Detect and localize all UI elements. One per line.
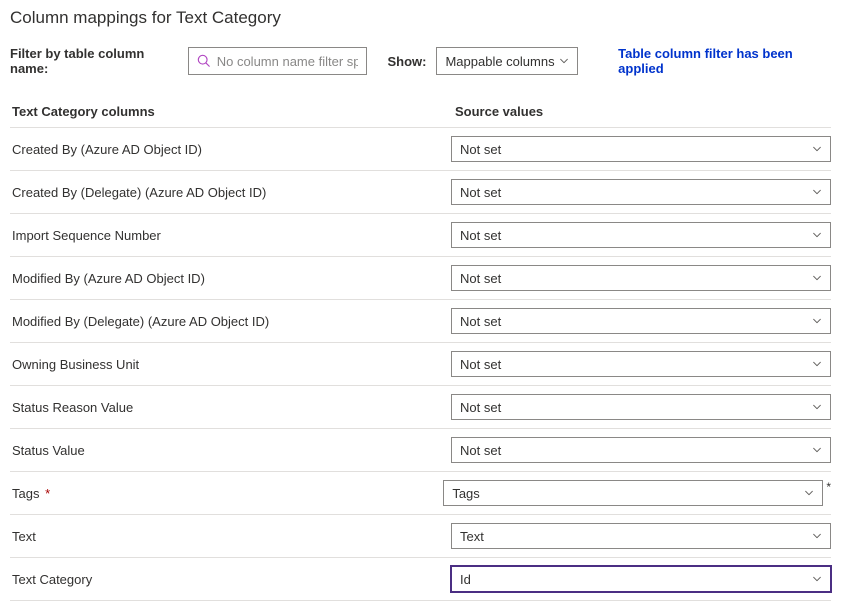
source-value-cell: Not set xyxy=(451,222,831,248)
chevron-down-icon xyxy=(812,273,822,283)
source-value-cell: Tags * xyxy=(443,480,831,506)
required-indicator: * xyxy=(826,480,831,494)
source-value-select[interactable]: Not set xyxy=(451,394,831,420)
source-value-text: Not set xyxy=(460,357,501,372)
chevron-down-icon xyxy=(804,488,814,498)
table-row: Import Sequence Number Not set xyxy=(10,214,831,257)
source-value-select[interactable]: Text xyxy=(451,523,831,549)
source-value-cell: Id xyxy=(451,566,831,592)
source-value-text: Not set xyxy=(460,271,501,286)
table-row: Owning Business Unit Not set xyxy=(10,343,831,386)
header-source-values: Source values xyxy=(455,104,831,119)
chevron-down-icon xyxy=(812,144,822,154)
column-label: Status Reason Value xyxy=(10,400,451,415)
source-value-select[interactable]: Not set xyxy=(451,265,831,291)
chevron-down-icon xyxy=(812,359,822,369)
page-title: Column mappings for Text Category xyxy=(10,8,831,28)
source-value-select[interactable]: Not set xyxy=(451,136,831,162)
table-row: Created By (Azure AD Object ID) Not set xyxy=(10,128,831,171)
column-label: Status Value xyxy=(10,443,451,458)
mapping-rows: Created By (Azure AD Object ID)Not setCr… xyxy=(10,128,831,601)
source-value-text: Tags xyxy=(452,486,479,501)
source-value-text: Not set xyxy=(460,185,501,200)
table-row: Modified By (Azure AD Object ID) Not set xyxy=(10,257,831,300)
source-value-cell: Not set xyxy=(451,179,831,205)
column-label: Owning Business Unit xyxy=(10,357,451,372)
filter-search-input[interactable] xyxy=(217,54,359,69)
chevron-down-icon xyxy=(812,316,822,326)
filter-search-box[interactable] xyxy=(188,47,368,75)
table-row: Status Value Not set xyxy=(10,429,831,472)
source-value-cell: Not set xyxy=(451,308,831,334)
source-value-select[interactable]: Not set xyxy=(451,437,831,463)
source-value-select[interactable]: Tags xyxy=(443,480,823,506)
source-value-select[interactable]: Not set xyxy=(451,351,831,377)
source-value-text: Not set xyxy=(460,314,501,329)
source-value-cell: Not set xyxy=(451,351,831,377)
table-row: Modified By (Delegate) (Azure AD Object … xyxy=(10,300,831,343)
source-value-text: Id xyxy=(460,572,471,587)
source-value-text: Not set xyxy=(460,228,501,243)
source-value-select[interactable]: Id xyxy=(451,566,831,592)
table-headers: Text Category columns Source values xyxy=(10,98,831,128)
table-row: Text Text xyxy=(10,515,831,558)
source-value-text: Not set xyxy=(460,443,501,458)
show-label: Show: xyxy=(387,54,426,69)
filter-label: Filter by table column name: xyxy=(10,46,178,76)
table-row: Status Reason Value Not set xyxy=(10,386,831,429)
header-text-category-columns: Text Category columns xyxy=(10,104,455,119)
source-value-cell: Not set xyxy=(451,394,831,420)
column-label: Text xyxy=(10,529,451,544)
table-row: Text Category Id xyxy=(10,558,831,601)
table-row: Tags *Tags* xyxy=(10,472,831,515)
source-value-cell: Not set xyxy=(451,437,831,463)
filter-applied-message: Table column filter has been applied xyxy=(618,46,831,76)
chevron-down-icon xyxy=(812,445,822,455)
search-icon xyxy=(197,54,211,68)
filter-bar: Filter by table column name: Show: Mappa… xyxy=(10,46,831,76)
table-row: Created By (Delegate) (Azure AD Object I… xyxy=(10,171,831,214)
chevron-down-icon xyxy=(812,531,822,541)
source-value-cell: Not set xyxy=(451,265,831,291)
column-label: Text Category xyxy=(10,572,451,587)
chevron-down-icon xyxy=(812,402,822,412)
column-label: Created By (Azure AD Object ID) xyxy=(10,142,451,157)
column-label: Import Sequence Number xyxy=(10,228,451,243)
source-value-select[interactable]: Not set xyxy=(451,179,831,205)
column-label: Created By (Delegate) (Azure AD Object I… xyxy=(10,185,451,200)
source-value-cell: Not set xyxy=(451,136,831,162)
source-value-select[interactable]: Not set xyxy=(451,308,831,334)
source-value-cell: Text xyxy=(451,523,831,549)
chevron-down-icon xyxy=(812,187,822,197)
show-select-value: Mappable columns xyxy=(445,54,554,69)
column-label: Modified By (Azure AD Object ID) xyxy=(10,271,451,286)
required-marker: * xyxy=(41,486,50,501)
chevron-down-icon xyxy=(559,56,569,66)
column-label: Modified By (Delegate) (Azure AD Object … xyxy=(10,314,451,329)
chevron-down-icon xyxy=(812,230,822,240)
source-value-text: Not set xyxy=(460,142,501,157)
source-value-text: Not set xyxy=(460,400,501,415)
source-value-text: Text xyxy=(460,529,484,544)
column-label: Tags * xyxy=(10,486,443,501)
source-value-select[interactable]: Not set xyxy=(451,222,831,248)
show-select[interactable]: Mappable columns xyxy=(436,47,578,75)
